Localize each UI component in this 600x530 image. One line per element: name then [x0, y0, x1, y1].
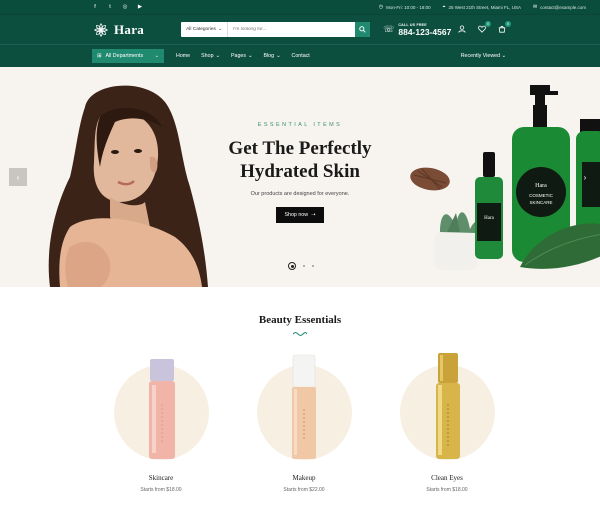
bottle-brand-large: Hara	[535, 183, 547, 189]
nav-item-blog[interactable]: Blog ⌄	[263, 53, 280, 59]
shop-now-button[interactable]: Shop now ➝	[276, 207, 324, 223]
clean-eyes-bottle-image	[435, 353, 460, 459]
makeup-bottle-image	[291, 354, 316, 459]
nav-menu: Home Shop ⌄ Pages ⌄ Blog ⌄ Contact	[176, 53, 310, 59]
youtube-icon[interactable]: ▶	[137, 4, 143, 10]
logo-text: Hara	[114, 21, 145, 37]
nav-item-home[interactable]: Home	[176, 53, 190, 59]
nav-item-pages[interactable]: Pages ⌄	[231, 53, 252, 59]
phone-contact[interactable]: ☏ CALL US FREE 884-123-4567	[383, 23, 451, 37]
card-title: Skincare	[148, 474, 174, 482]
chevron-down-icon: ⌄	[215, 53, 220, 59]
slider-next-button[interactable]: ›	[579, 168, 591, 186]
bottle-label-2: SKINCARE	[529, 200, 552, 205]
skincare-bottle-image	[148, 359, 175, 459]
wave-divider-icon	[293, 332, 307, 336]
search-bar: All Categories ⌄	[181, 22, 371, 37]
recently-viewed-button[interactable]: Recently Viewed ⌄	[461, 53, 506, 59]
card-title: Clean Eyes	[431, 474, 463, 482]
main-nav: ⊞ All Departments ⌄ Home Shop ⌄ Pages ⌄ Bl…	[0, 44, 600, 67]
search-input[interactable]	[228, 22, 356, 37]
slider-dots	[288, 262, 314, 270]
lotus-logo-icon	[93, 22, 109, 37]
wishlist-icon[interactable]: 0	[478, 20, 491, 35]
facebook-icon[interactable]: f	[92, 4, 98, 10]
grid-icon: ⊞	[97, 53, 102, 59]
category-card-skincare[interactable]: Skincare Starts from $18.00	[113, 349, 209, 493]
phone-number: 884-123-4567	[398, 26, 452, 37]
user-icon[interactable]	[458, 24, 466, 35]
slider-dot[interactable]	[288, 262, 296, 270]
chevron-right-icon: ›	[583, 172, 587, 182]
section-title: Beauty Essentials	[258, 314, 342, 326]
contact-email[interactable]: ✉ contact@example.com	[533, 4, 586, 10]
hero-title: Get The Perfectly Hydrated Skin	[228, 138, 372, 182]
slider-dot[interactable]	[312, 265, 314, 267]
hero-slider: ‹ ESSENTIAL ITEMS Get The Perfectly Hydr…	[0, 67, 600, 287]
nav-item-shop[interactable]: Shop ⌄	[201, 53, 220, 59]
category-card-makeup[interactable]: Makeup Starts from $22.00	[256, 349, 352, 493]
store-address: ⌖ 25 West 21th Street, Miami FL, USA	[442, 4, 521, 10]
skincare-products-image: Hara Hara COSMETIC SKINCARE	[410, 85, 600, 270]
slider-dot[interactable]	[303, 265, 305, 267]
location-icon: ⌖	[442, 4, 446, 10]
clock-icon: ◷	[378, 4, 384, 10]
wishlist-count: 0	[485, 20, 491, 27]
cart-count: 0	[505, 20, 511, 27]
all-departments-button[interactable]: ⊞ All Departments ⌄	[92, 49, 164, 63]
bottle-brand-small: Hara	[484, 216, 494, 221]
business-hours: ◷ Mon-Fri: 10:00 - 18:00	[378, 4, 431, 10]
card-price: Starts from $18.00	[140, 487, 182, 493]
chevron-down-icon: ⌄	[248, 53, 253, 59]
hero-content: ESSENTIAL ITEMS Get The Perfectly Hydrat…	[200, 122, 400, 223]
mail-icon: ✉	[532, 4, 538, 10]
bottle-label-1: COSMETIC	[529, 193, 554, 198]
hero-eyebrow: ESSENTIAL ITEMS	[257, 122, 343, 128]
category-select[interactable]: All Categories ⌄	[181, 22, 229, 37]
card-title: Makeup	[292, 474, 316, 482]
chevron-down-icon: ⌄	[276, 53, 281, 59]
arrow-right-icon: ➝	[311, 212, 316, 218]
card-price: Starts from $18.00	[426, 487, 468, 493]
category-cards: Skincare Starts from $18.00 Makeup Start…	[0, 349, 600, 493]
slider-prev-button[interactable]: ‹	[9, 168, 27, 186]
card-price: Starts from $22.00	[283, 487, 325, 493]
model-image	[48, 85, 208, 287]
cart-icon[interactable]: 0	[498, 20, 511, 35]
category-card-clean-eyes[interactable]: Clean Eyes Starts from $18.00	[399, 349, 495, 493]
top-bar: f t ◎ ▶ ◷ Mon-Fri: 10:00 - 18:00 ⌖ 25 We…	[0, 0, 600, 14]
search-button[interactable]	[355, 22, 371, 37]
phone-icon: ☏	[383, 24, 395, 34]
instagram-icon[interactable]: ◎	[122, 4, 128, 10]
hero-subtitle: Our products are designed for everyone.	[250, 191, 350, 197]
header-icons: 0 0	[458, 20, 511, 35]
chevron-down-icon: ⌄	[154, 53, 159, 59]
nav-item-contact[interactable]: Contact	[292, 53, 310, 59]
site-logo[interactable]: Hara	[92, 21, 144, 39]
chevron-left-icon: ‹	[16, 172, 20, 182]
chevron-down-icon: ⌄	[218, 27, 223, 32]
chevron-down-icon: ⌄	[501, 53, 506, 59]
social-links: f t ◎ ▶	[92, 4, 143, 10]
twitter-icon[interactable]: t	[107, 4, 113, 10]
search-icon	[359, 26, 366, 33]
site-header: Hara All Categories ⌄ ☏ CALL US FREE 884…	[0, 14, 600, 44]
